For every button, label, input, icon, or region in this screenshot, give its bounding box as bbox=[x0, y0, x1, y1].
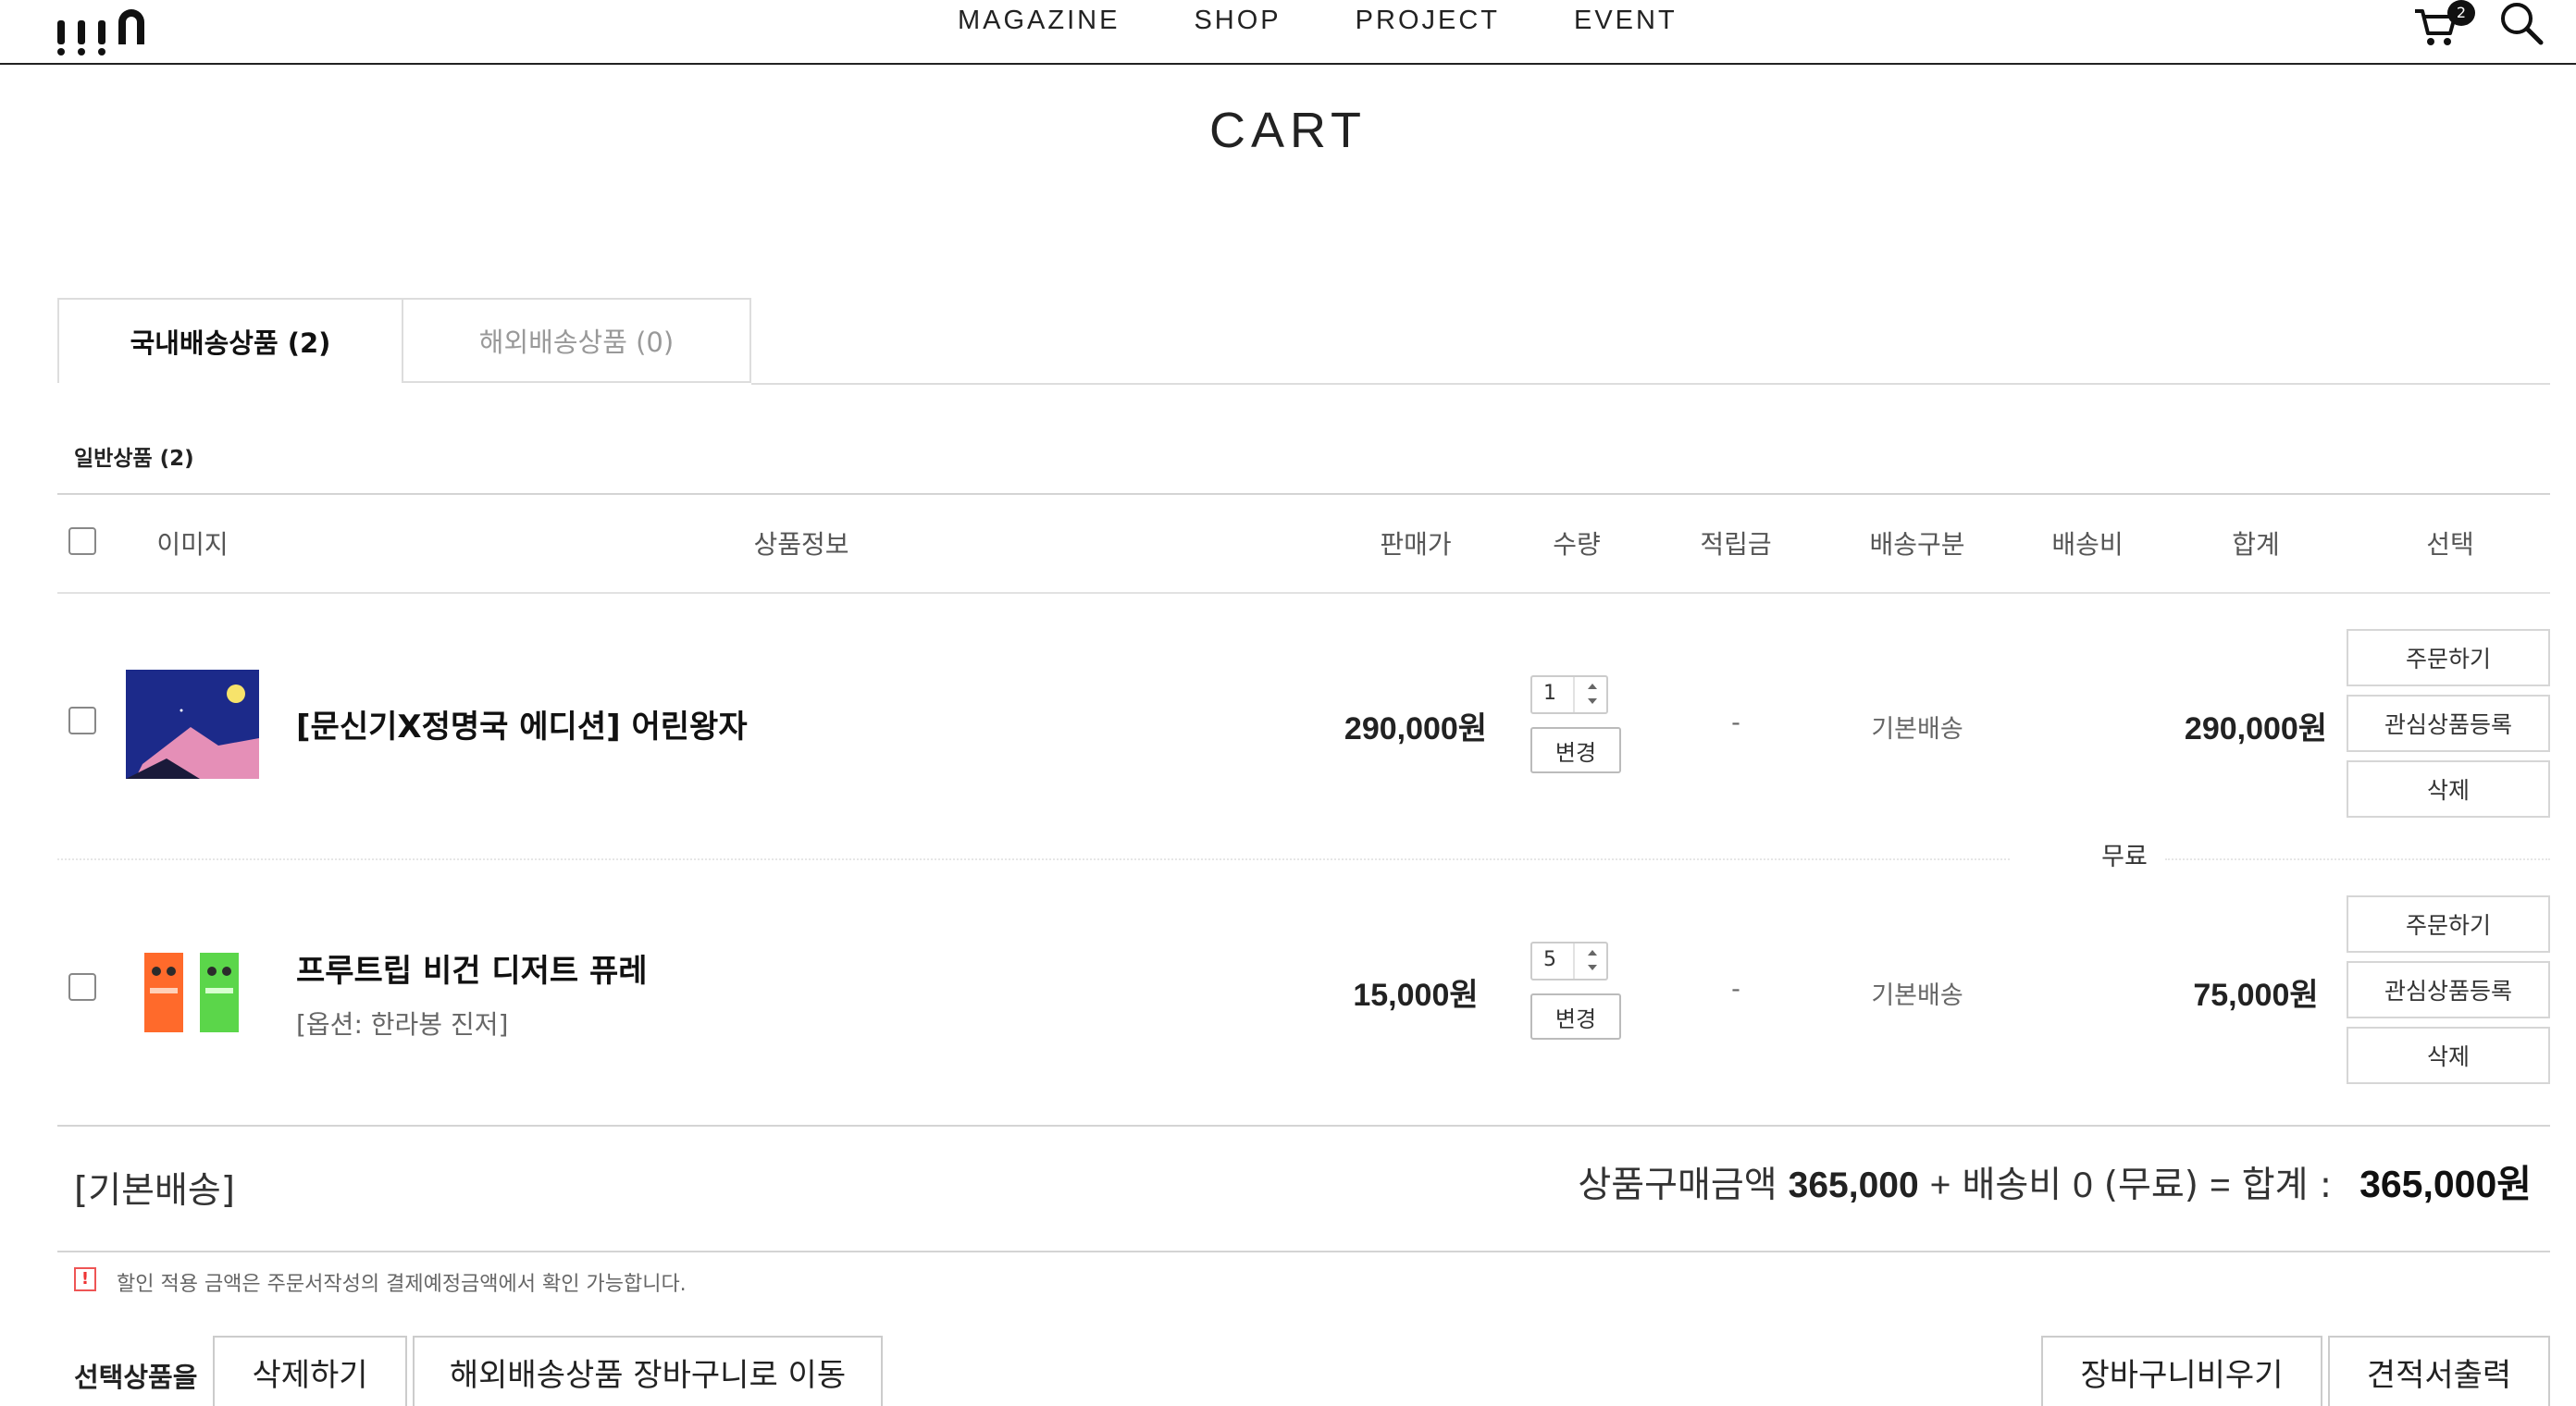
product-price: 290,000원 bbox=[1344, 711, 1488, 746]
tab-divider bbox=[751, 383, 2550, 385]
site-logo[interactable] bbox=[57, 4, 144, 56]
total-amount: 365,000원 bbox=[2359, 1163, 2532, 1205]
quantity-value[interactable]: 5 bbox=[1543, 948, 1556, 971]
section-label: 일반상품 (2) bbox=[74, 447, 194, 471]
delete-selected-button[interactable]: 삭제하기 bbox=[213, 1336, 407, 1406]
increment-arrow-icon[interactable] bbox=[1588, 950, 1597, 956]
main-nav: MAGAZINE SHOP PROJECT EVENT bbox=[958, 6, 1678, 36]
item-checkbox[interactable] bbox=[68, 973, 96, 1001]
col-image: 이미지 bbox=[156, 529, 229, 560]
site-header: MAGAZINE SHOP PROJECT EVENT 2 bbox=[0, 0, 2576, 65]
product-option: [옵션: 한라봉 진저] bbox=[296, 1009, 509, 1040]
col-points: 적립금 bbox=[1700, 529, 1772, 560]
product-ship-type: 기본배송 bbox=[1871, 715, 1963, 744]
col-ship-type: 배송구분 bbox=[1869, 529, 1965, 560]
print-estimate-button[interactable]: 견적서출력 bbox=[2328, 1336, 2550, 1406]
discount-notice: 할인 적용 금액은 주문서작성의 결제예정금액에서 확인 가능합니다. bbox=[117, 1273, 687, 1296]
equals-sign: = bbox=[2209, 1166, 2231, 1205]
nav-magazine[interactable]: MAGAZINE bbox=[958, 6, 1120, 36]
col-qty: 수량 bbox=[1553, 529, 1601, 560]
warning-icon: ! bbox=[74, 1267, 96, 1291]
search-icon[interactable] bbox=[2498, 0, 2546, 48]
add-wishlist-button[interactable]: 관심상품등록 bbox=[2347, 695, 2550, 752]
nav-project[interactable]: PROJECT bbox=[1356, 6, 1500, 36]
move-to-overseas-cart-button[interactable]: 해외배송상품 장바구니로 이동 bbox=[413, 1336, 883, 1406]
row-divider bbox=[2165, 858, 2550, 860]
col-price: 판매가 bbox=[1380, 529, 1452, 560]
goods-amount: 365,000 bbox=[1788, 1166, 1919, 1205]
product-points: - bbox=[1731, 975, 1740, 1004]
shipping-fee-amount: 0 bbox=[2073, 1166, 2093, 1205]
order-summary: 상품구매금액 365,000 + 배송비 0 (무료) = 합계 : 365,0… bbox=[1578, 1153, 2532, 1208]
change-quantity-button[interactable]: 변경 bbox=[1530, 727, 1621, 773]
order-item-button[interactable]: 주문하기 bbox=[2347, 629, 2550, 686]
nav-event[interactable]: EVENT bbox=[1574, 6, 1678, 36]
selected-items-label: 선택상품을 bbox=[74, 1362, 198, 1393]
product-total: 75,000원 bbox=[2193, 978, 2319, 1013]
table-header-border bbox=[57, 592, 2550, 594]
order-item-button[interactable]: 주문하기 bbox=[2347, 895, 2550, 953]
quantity-stepper[interactable]: 1 bbox=[1530, 675, 1608, 714]
product-points: - bbox=[1731, 709, 1740, 737]
product-thumbnail[interactable] bbox=[126, 670, 259, 779]
item-checkbox[interactable] bbox=[68, 707, 96, 734]
add-wishlist-button[interactable]: 관심상품등록 bbox=[2347, 961, 2550, 1018]
quantity-value[interactable]: 1 bbox=[1543, 682, 1556, 705]
quantity-spinner[interactable] bbox=[1573, 677, 1606, 712]
logo-mark bbox=[118, 9, 144, 44]
product-ship-type: 기본배송 bbox=[1871, 981, 1963, 1010]
product-total: 290,000원 bbox=[2184, 711, 2328, 746]
tab-overseas[interactable]: 해외배송상품 (0) bbox=[402, 298, 751, 383]
col-select: 선택 bbox=[2426, 529, 2474, 560]
increment-arrow-icon[interactable] bbox=[1588, 684, 1597, 689]
logo-mark bbox=[78, 20, 85, 56]
nav-shop[interactable]: SHOP bbox=[1194, 6, 1281, 36]
col-info: 상품정보 bbox=[753, 529, 849, 560]
product-price: 15,000원 bbox=[1353, 978, 1479, 1013]
product-thumbnail[interactable] bbox=[126, 934, 259, 1043]
quantity-stepper[interactable]: 5 bbox=[1530, 942, 1608, 980]
summary-bottom-border bbox=[57, 1251, 2550, 1252]
table-bottom-border bbox=[57, 1125, 2550, 1127]
col-ship-fee: 배송비 bbox=[2051, 529, 2124, 560]
delete-item-button[interactable]: 삭제 bbox=[2347, 1027, 2550, 1084]
goods-amount-label: 상품구매금액 bbox=[1578, 1165, 1777, 1206]
decrement-arrow-icon[interactable] bbox=[1588, 698, 1597, 704]
table-top-border bbox=[57, 493, 2550, 495]
col-total: 합계 bbox=[2232, 529, 2280, 560]
tab-domestic[interactable]: 국내배송상품 (2) bbox=[57, 298, 403, 383]
product-name[interactable]: 프루트립 비건 디저트 퓨레 bbox=[296, 945, 648, 991]
change-quantity-button[interactable]: 변경 bbox=[1530, 993, 1621, 1040]
shipping-fee-value: 무료 bbox=[2087, 836, 2161, 872]
shipping-fee-label: 배송비 bbox=[1962, 1165, 2062, 1206]
shipping-group-label: [기본배송] bbox=[74, 1170, 235, 1212]
cart-count-badge: 2 bbox=[2447, 0, 2475, 26]
shipping-fee-note: (무료) bbox=[2103, 1165, 2198, 1206]
page-title: CART bbox=[1208, 103, 1368, 158]
product-name[interactable]: [문신기X정명국 에디션] 어린왕자 bbox=[296, 701, 748, 746]
select-all-checkbox[interactable] bbox=[68, 527, 96, 555]
decrement-arrow-icon[interactable] bbox=[1588, 965, 1597, 970]
plus-sign: + bbox=[1929, 1166, 1951, 1205]
row-divider bbox=[57, 858, 2010, 860]
total-label: 합계 : bbox=[2241, 1165, 2333, 1206]
logo-mark bbox=[98, 20, 105, 56]
quantity-spinner[interactable] bbox=[1573, 944, 1606, 979]
logo-mark bbox=[57, 20, 65, 56]
empty-cart-button[interactable]: 장바구니비우기 bbox=[2041, 1336, 2322, 1406]
delete-item-button[interactable]: 삭제 bbox=[2347, 760, 2550, 818]
